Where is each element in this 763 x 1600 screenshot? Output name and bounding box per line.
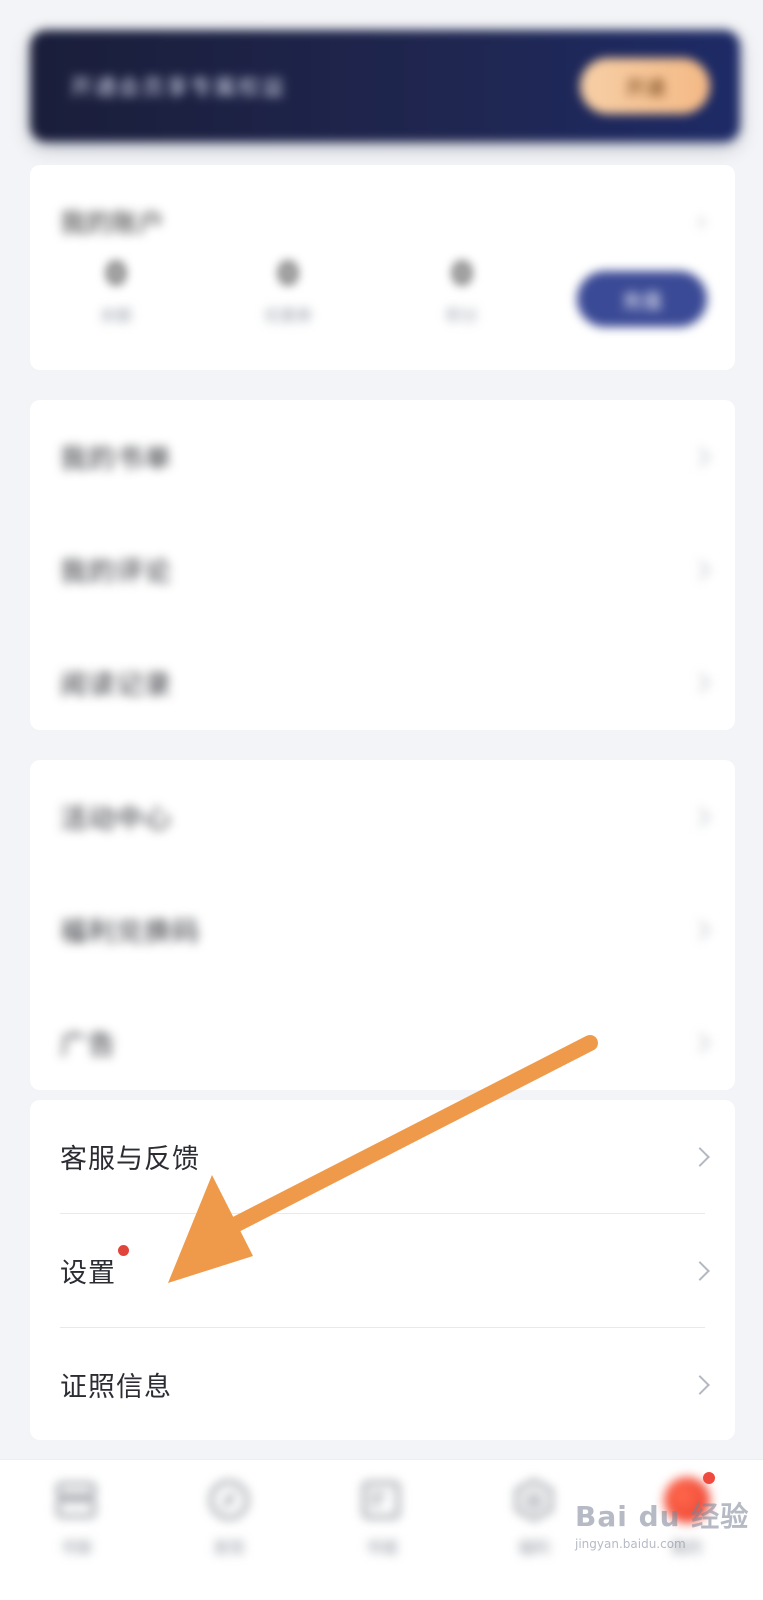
vip-banner[interactable]: 开通会员享专属权益 开通	[30, 30, 740, 142]
chevron-right-icon	[690, 1374, 710, 1395]
chevron-right-icon	[690, 446, 710, 467]
menu-row-label: 客服与反馈	[60, 1144, 200, 1175]
nav-label: 发现	[212, 1538, 245, 1557]
menu-row-history[interactable]: 阅读记录	[30, 626, 735, 739]
menu-row-label: 阅读记录	[60, 670, 172, 701]
notification-badge	[702, 1472, 715, 1484]
menu-row-label: 广告	[60, 1030, 116, 1061]
menu-row-customer-service[interactable]: 客服与反馈	[30, 1100, 735, 1213]
chevron-right-icon	[690, 672, 710, 693]
stat-label: 优惠券	[263, 306, 312, 325]
menu-row-settings[interactable]: 设置	[30, 1214, 735, 1327]
menu-row-label: 设置	[60, 1258, 116, 1289]
banner-open-button[interactable]: 开通	[580, 58, 710, 114]
watermark-main: Bai du 经验	[575, 1500, 750, 1533]
compass-icon	[205, 1476, 253, 1524]
menu-row-ads[interactable]: 广告	[30, 986, 735, 1099]
chevron-right-icon: ›	[696, 207, 707, 237]
chevron-right-icon	[690, 919, 710, 940]
nav-item-bookstore[interactable]: 书城	[321, 1476, 441, 1558]
menu-row-booklist[interactable]: 我的书单	[30, 400, 735, 513]
watermark-logo: Bai du 经验 jingyan.baidu.com	[575, 1495, 749, 1551]
tools-card: 活动中心 福利兑换码 广告	[30, 760, 735, 1090]
menu-row-label-wrap: 设置	[60, 1245, 129, 1290]
account-title[interactable]: 我的账户	[60, 203, 164, 240]
account-card: 我的账户 › 0 余额 0 优惠券 0 积分 充值	[30, 165, 735, 370]
recharge-button[interactable]: 充值	[577, 271, 707, 327]
bookshelf-icon	[52, 1476, 100, 1524]
stat-value: 0	[277, 257, 299, 292]
notification-dot	[118, 1245, 129, 1256]
chevron-right-icon	[690, 1260, 710, 1281]
menu-row-label: 我的书单	[60, 444, 172, 475]
nav-item-bookshelf[interactable]: 书架	[16, 1476, 136, 1558]
chevron-right-icon	[690, 1146, 710, 1167]
menu-row-label: 我的评论	[60, 557, 172, 588]
watermark-sub: jingyan.baidu.com	[575, 1537, 686, 1551]
banner-text: 开通会员享专属权益	[70, 76, 287, 101]
account-stat-coupon[interactable]: 0 优惠券	[238, 257, 338, 326]
stat-label: 积分	[445, 306, 478, 325]
record-card: 我的书单 我的评论 阅读记录	[30, 400, 735, 730]
stat-value: 0	[451, 257, 473, 292]
chevron-right-icon	[690, 1032, 710, 1053]
nav-item-discover[interactable]: 发现	[169, 1476, 289, 1558]
gift-icon	[510, 1476, 558, 1524]
nav-label: 书城	[365, 1538, 398, 1557]
menu-row-label: 活动中心	[60, 804, 172, 835]
menu-row-label: 证照信息	[60, 1372, 172, 1403]
account-stat-balance[interactable]: 0 余额	[66, 257, 166, 326]
stat-value: 0	[105, 257, 127, 292]
support-card: 客服与反馈 设置 证照信息	[30, 1100, 735, 1440]
menu-row-redeem[interactable]: 福利兑换码	[30, 873, 735, 986]
menu-row-activity[interactable]: 活动中心	[30, 760, 735, 873]
stat-label: 余额	[99, 306, 132, 325]
menu-row-license[interactable]: 证照信息	[30, 1328, 735, 1441]
account-stat-points[interactable]: 0 积分	[412, 257, 512, 326]
nav-label: 书架	[60, 1538, 93, 1557]
nav-label: 福利	[518, 1538, 551, 1557]
menu-row-label: 福利兑换码	[60, 917, 200, 948]
chevron-right-icon	[690, 806, 710, 827]
book-icon	[357, 1476, 405, 1524]
menu-row-comments[interactable]: 我的评论	[30, 513, 735, 626]
chevron-right-icon	[690, 559, 710, 580]
